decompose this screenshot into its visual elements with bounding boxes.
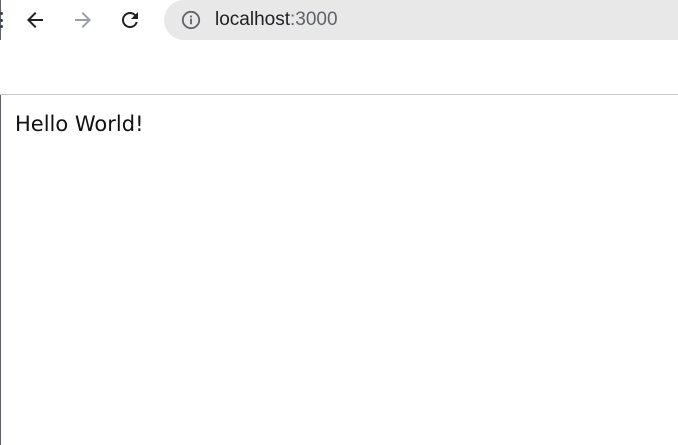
address-bar[interactable]: localhost:3000 bbox=[164, 0, 678, 40]
toolbar-spacer bbox=[0, 40, 678, 94]
back-button[interactable] bbox=[19, 4, 51, 36]
arrow-right-icon bbox=[75, 12, 91, 28]
browser-window: localhost:3000 Hello World! bbox=[0, 0, 678, 445]
url-port: :3000 bbox=[290, 9, 338, 30]
page-viewport: Hello World! bbox=[1, 95, 678, 445]
forward-button[interactable] bbox=[67, 4, 99, 36]
arrow-left-icon bbox=[27, 12, 43, 28]
url-host: localhost bbox=[215, 9, 290, 30]
info-circle-icon[interactable] bbox=[181, 10, 201, 30]
url-text[interactable]: localhost:3000 bbox=[215, 0, 338, 40]
page-body-text: Hello World! bbox=[15, 112, 144, 136]
reload-button[interactable] bbox=[114, 4, 146, 36]
browser-toolbar: localhost:3000 bbox=[0, 0, 678, 40]
reload-icon bbox=[121, 11, 138, 28]
